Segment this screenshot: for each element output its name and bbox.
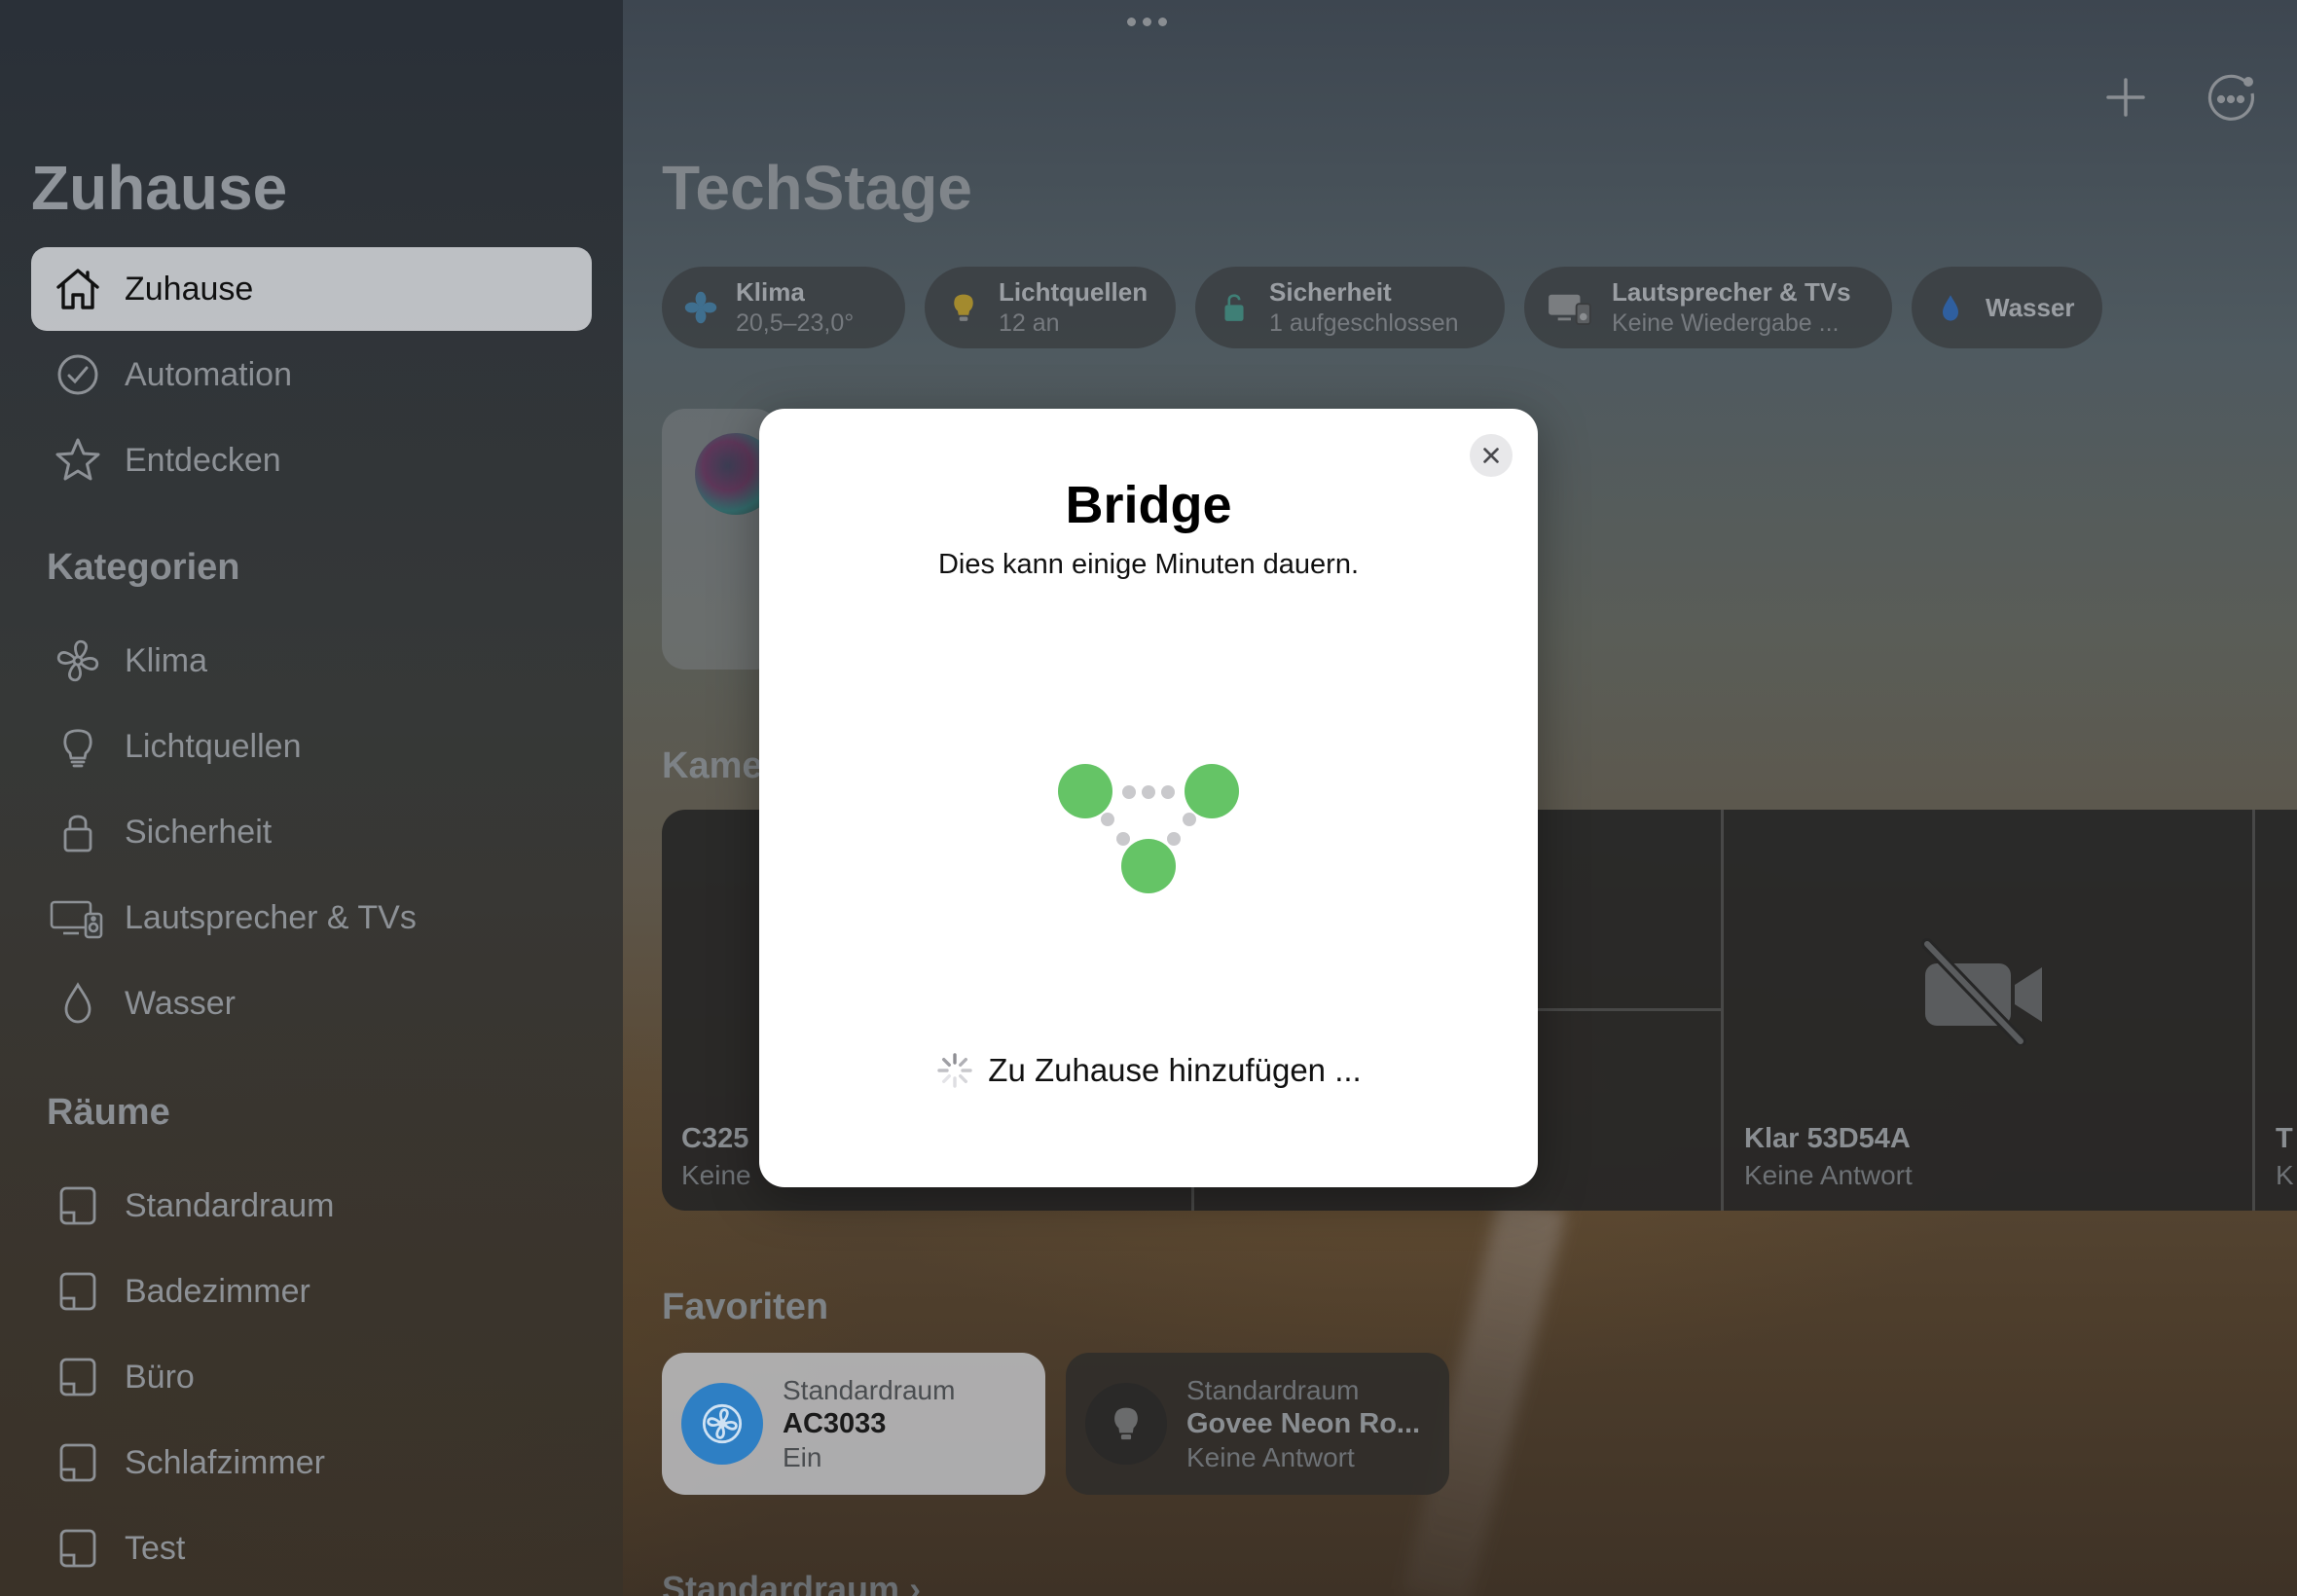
categories-header: Kategorien (47, 547, 240, 588)
camera-divider (1721, 810, 1724, 1211)
favorite-tile-govee[interactable]: Standardraum Govee Neon Ro... Keine Antw… (1066, 1353, 1449, 1495)
favorite-status: Ein (783, 1441, 822, 1472)
chip-subtitle: 12 an (999, 309, 1060, 337)
camera-divider (2252, 810, 2255, 1211)
sidebar-item-label: Büro (125, 1358, 195, 1396)
chip-title: Wasser (1986, 292, 2075, 322)
water-drop-icon (1933, 288, 1968, 327)
more-options-icon[interactable] (2202, 68, 2260, 127)
lock-icon (1217, 288, 1252, 327)
dialog-title: Bridge (1065, 476, 1232, 534)
close-button[interactable] (1470, 434, 1513, 477)
chip-title: Klima (736, 277, 805, 307)
camera-title: T (2276, 1123, 2293, 1154)
lightbulb-icon (946, 288, 981, 327)
room-icon (35, 1421, 121, 1505)
sidebar-item-label: Test (125, 1529, 186, 1567)
sidebar-item-standardraum[interactable]: Standardraum (31, 1164, 592, 1248)
favorite-room: Standardraum (783, 1374, 956, 1405)
lock-icon (35, 790, 121, 874)
favorite-room: Standardraum (1186, 1374, 1360, 1405)
fan-icon (35, 619, 121, 703)
add-icon[interactable] (2096, 68, 2155, 127)
sidebar-item-label: Entdecken (125, 441, 281, 479)
sidebar: Zuhause Zuhause Automation Entdecken Kat… (0, 0, 623, 1596)
room-section-label[interactable]: Standardraum › (662, 1569, 921, 1596)
dialog-status: Zu Zuhause hinzufügen ... (759, 1051, 1538, 1090)
sidebar-item-label: Badezimmer (125, 1272, 310, 1310)
sidebar-item-label: Lichtquellen (125, 727, 302, 765)
chip-title: Sicherheit (1269, 277, 1392, 307)
clock-check-icon (35, 333, 121, 417)
loading-spinner-icon (937, 1053, 972, 1088)
dialog-subtitle: Dies kann einige Minuten dauern. (937, 549, 1360, 580)
favorites-section-label: Favoriten (662, 1287, 829, 1327)
speaker-tv-icon (35, 876, 121, 960)
sidebar-item-test[interactable]: Test (31, 1506, 592, 1590)
camera-subtitle: K (2276, 1160, 2294, 1190)
sidebar-item-klima[interactable]: Klima (31, 619, 592, 703)
room-icon (35, 1250, 121, 1333)
camera-title: Klar 53D54A (1744, 1123, 1911, 1154)
sidebar-item-label: Wasser (125, 984, 236, 1022)
favorite-name: AC3033 (783, 1407, 887, 1439)
sidebar-item-buero[interactable]: Büro (31, 1335, 592, 1419)
camera-subtitle: Keine (681, 1160, 751, 1190)
house-icon (35, 247, 121, 331)
chip-sicherheit[interactable]: Sicherheit 1 aufgeschlossen (1195, 267, 1505, 348)
add-accessory-dialog: Bridge Dies kann einige Minuten dauern. (759, 409, 1538, 1187)
sidebar-title: Zuhause (31, 153, 288, 223)
sidebar-item-automation[interactable]: Automation (31, 333, 592, 417)
sidebar-item-label: Sicherheit (125, 813, 273, 851)
chip-klima[interactable]: Klima 20,5–23,0° (662, 267, 905, 348)
close-icon (1483, 448, 1499, 463)
chip-lautsprecher-tvs[interactable]: Lautsprecher & TVs Keine Wiedergabe ... (1524, 267, 1892, 348)
lightbulb-icon (1085, 1383, 1167, 1465)
fan-icon (683, 288, 718, 327)
speaker-tv-icon (1546, 288, 1594, 327)
sidebar-item-label: Standardraum (125, 1186, 335, 1224)
favorite-name: Govee Neon Ro... (1186, 1407, 1421, 1439)
sidebar-item-label: Lautsprecher & TVs (125, 898, 417, 936)
sidebar-item-zuhause[interactable]: Zuhause (31, 247, 592, 331)
sidebar-item-lautsprecher-tvs[interactable]: Lautsprecher & TVs (31, 876, 592, 960)
chip-wasser[interactable]: Wasser (1912, 267, 2102, 348)
chip-subtitle: 20,5–23,0° (736, 309, 855, 337)
rooms-header: Räume (47, 1092, 170, 1133)
room-icon (35, 1335, 121, 1419)
sidebar-item-lichtquellen[interactable]: Lichtquellen (31, 705, 592, 788)
star-icon (35, 418, 121, 502)
sidebar-item-sicherheit[interactable]: Sicherheit (31, 790, 592, 874)
sidebar-item-label: Schlafzimmer (125, 1443, 325, 1481)
camera-off-icon (1919, 938, 2052, 1047)
favorite-status: Keine Antwort (1186, 1441, 1355, 1472)
room-icon (35, 1164, 121, 1248)
dialog-status-text: Zu Zuhause hinzufügen ... (988, 1052, 1362, 1088)
sidebar-item-entdecken[interactable]: Entdecken (31, 418, 592, 502)
water-drop-icon (35, 961, 121, 1045)
fan-icon (681, 1383, 763, 1465)
sidebar-item-badezimmer[interactable]: Badezimmer (31, 1250, 592, 1333)
multitasking-handle[interactable] (1127, 18, 1167, 26)
chip-subtitle: Keine Wiedergabe ... (1612, 309, 1840, 337)
favorite-tile-ac3033[interactable]: Standardraum AC3033 Ein (662, 1353, 1045, 1495)
sidebar-item-wasser[interactable]: Wasser (31, 961, 592, 1045)
chip-lichtquellen[interactable]: Lichtquellen 12 an (925, 267, 1176, 348)
sidebar-item-label: Zuhause (125, 270, 254, 308)
camera-subtitle: Keine Antwort (1744, 1160, 1913, 1190)
chip-subtitle: 1 aufgeschlossen (1269, 309, 1459, 337)
lightbulb-icon (35, 705, 121, 788)
sidebar-item-schlafzimmer[interactable]: Schlafzimmer (31, 1421, 592, 1505)
chip-title: Lautsprecher & TVs (1612, 277, 1851, 307)
room-icon (35, 1506, 121, 1590)
camera-title: C325 (681, 1123, 749, 1154)
cameras-section-label: Kame (662, 745, 763, 786)
chip-title: Lichtquellen (999, 277, 1148, 307)
sidebar-item-label: Klima (125, 641, 208, 679)
home-title: TechStage (662, 153, 972, 223)
sidebar-item-label: Automation (125, 355, 292, 393)
bridge-network-icon (1051, 730, 1246, 895)
